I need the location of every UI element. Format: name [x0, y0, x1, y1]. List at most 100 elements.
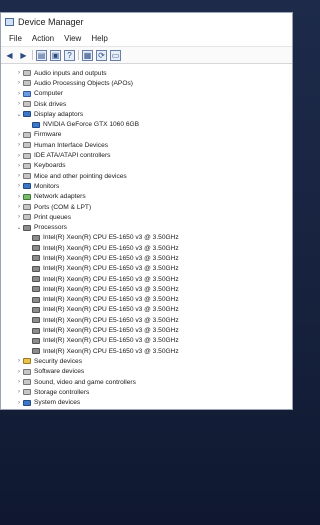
tree-category[interactable]: › Keyboards — [1, 161, 292, 171]
chevron-right-icon[interactable]: › — [15, 183, 23, 189]
chevron-right-icon[interactable]: › — [15, 400, 23, 406]
network-icon — [23, 193, 31, 200]
tree-category[interactable]: › Ports (COM & LPT) — [1, 202, 292, 212]
forward-arrow-icon[interactable]: ▶ — [18, 50, 29, 61]
tree-device[interactable]: Intel(R) Xeon(R) CPU E5-1650 v3 @ 3.50GH… — [1, 253, 292, 263]
chevron-right-icon[interactable]: › — [15, 153, 23, 159]
processor-icon — [23, 224, 31, 231]
audio-icon — [23, 70, 31, 77]
menu-help[interactable]: Help — [86, 34, 112, 43]
chevron-right-icon[interactable]: › — [15, 142, 23, 148]
chevron-right-icon[interactable]: › — [15, 214, 23, 220]
tree-category[interactable]: › Human Interface Devices — [1, 140, 292, 150]
chevron-right-icon[interactable]: › — [15, 204, 23, 210]
tree-label: Network adapters — [34, 193, 86, 201]
tree-category[interactable]: ⌄ Processors — [1, 222, 292, 232]
tree-label: Print queues — [34, 213, 72, 221]
help-icon[interactable]: ? — [64, 49, 75, 61]
tree-device[interactable]: Intel(R) Xeon(R) CPU E5-1650 v3 @ 3.50GH… — [1, 315, 292, 325]
toolbar-separator — [32, 50, 33, 60]
tree-label: IDE ATA/ATAPI controllers — [34, 152, 111, 160]
system-icon — [23, 399, 31, 406]
tree-category[interactable]: › IDE ATA/ATAPI controllers — [1, 150, 292, 160]
tree-device[interactable]: Intel(R) Xeon(R) CPU E5-1650 v3 @ 3.50GH… — [1, 243, 292, 253]
chevron-down-icon[interactable]: ⌄ — [15, 111, 23, 118]
monitor-icon[interactable]: ▭ — [110, 49, 121, 61]
audio-icon — [23, 80, 31, 87]
properties-icon[interactable]: ▣ — [50, 49, 61, 61]
chevron-right-icon[interactable]: › — [15, 91, 23, 97]
chevron-right-icon[interactable]: › — [15, 163, 23, 169]
display-icon — [23, 111, 31, 118]
tree-category[interactable]: › Sound, video and game controllers — [1, 377, 292, 387]
back-arrow-icon[interactable]: ◀ — [4, 50, 15, 61]
tree-category[interactable]: › Monitors — [1, 181, 292, 191]
tree-label: Sound, video and game controllers — [34, 378, 136, 386]
tree-category[interactable]: › Audio Processing Objects (APOs) — [1, 78, 292, 88]
tree-category[interactable]: › Network adapters — [1, 192, 292, 202]
processor-icon — [32, 234, 40, 241]
chevron-right-icon[interactable]: › — [15, 173, 23, 179]
tree-category[interactable]: › Audio inputs and outputs — [1, 68, 292, 78]
tree-label: Intel(R) Xeon(R) CPU E5-1650 v3 @ 3.50GH… — [43, 285, 179, 293]
tree-category[interactable]: › Print queues — [1, 212, 292, 222]
chevron-right-icon[interactable]: › — [15, 194, 23, 200]
tree-category[interactable]: ›Universal Serial Bus controllers — [1, 408, 292, 410]
tree-device[interactable]: Intel(R) Xeon(R) CPU E5-1650 v3 @ 3.50GH… — [1, 346, 292, 356]
tree-device[interactable]: Intel(R) Xeon(R) CPU E5-1650 v3 @ 3.50GH… — [1, 305, 292, 315]
tree-label: Intel(R) Xeon(R) CPU E5-1650 v3 @ 3.50GH… — [43, 265, 179, 273]
scan-hardware-icon[interactable]: ⟳ — [96, 49, 107, 61]
tree-device[interactable]: Intel(R) Xeon(R) CPU E5-1650 v3 @ 3.50GH… — [1, 325, 292, 335]
tree-label: System devices — [34, 399, 81, 407]
tree-label: Security devices — [34, 357, 83, 365]
toolbar-separator — [78, 50, 79, 60]
menu-bar: File Action View Help — [1, 31, 292, 46]
monitor-icon — [23, 183, 31, 190]
chevron-right-icon[interactable]: › — [15, 101, 23, 107]
tree-device[interactable]: Intel(R) Xeon(R) CPU E5-1650 v3 @ 3.50GH… — [1, 233, 292, 243]
tree-device[interactable]: NVIDIA GeForce GTX 1060 6GB — [1, 119, 292, 129]
tree-category[interactable]: ⌄ Display adaptors — [1, 109, 292, 119]
update-driver-icon[interactable]: ▦ — [82, 49, 93, 61]
processor-icon — [32, 245, 40, 252]
processor-icon — [32, 265, 40, 272]
menu-view[interactable]: View — [59, 34, 86, 43]
processor-icon — [32, 348, 40, 355]
tree-category[interactable]: › Firmware — [1, 130, 292, 140]
tree-device[interactable]: Intel(R) Xeon(R) CPU E5-1650 v3 @ 3.50GH… — [1, 336, 292, 346]
menu-file[interactable]: File — [4, 34, 27, 43]
tree-device[interactable]: Intel(R) Xeon(R) CPU E5-1650 v3 @ 3.50GH… — [1, 264, 292, 274]
chevron-right-icon[interactable]: › — [15, 132, 23, 138]
tree-view-icon[interactable]: ▤ — [36, 49, 47, 61]
tree-label: Audio inputs and outputs — [34, 69, 107, 77]
processor-icon — [32, 317, 40, 324]
tree-label: Intel(R) Xeon(R) CPU E5-1650 v3 @ 3.50GH… — [43, 275, 179, 283]
chevron-right-icon[interactable]: › — [15, 358, 23, 364]
printer-icon — [23, 214, 31, 221]
chevron-right-icon[interactable]: › — [15, 369, 23, 375]
chevron-right-icon[interactable]: › — [15, 379, 23, 385]
chevron-down-icon[interactable]: ⌄ — [15, 224, 23, 231]
tree-label: Human Interface Devices — [34, 141, 109, 149]
tree-category[interactable]: › Mice and other pointing devices — [1, 171, 292, 181]
tree-category[interactable]: › System devices — [1, 398, 292, 408]
tree-category[interactable]: › Security devices — [1, 356, 292, 366]
processor-icon — [32, 306, 40, 313]
tree-label: NVIDIA GeForce GTX 1060 6GB — [43, 121, 140, 129]
chevron-right-icon[interactable]: › — [15, 80, 23, 86]
menu-action[interactable]: Action — [27, 34, 59, 43]
tree-category[interactable]: › Software devices — [1, 367, 292, 377]
tree-device[interactable]: Intel(R) Xeon(R) CPU E5-1650 v3 @ 3.50GH… — [1, 295, 292, 305]
chevron-right-icon[interactable]: › — [15, 389, 23, 395]
tree-category[interactable]: › Storage controllers — [1, 387, 292, 397]
port-icon — [23, 204, 31, 210]
tree-device[interactable]: Intel(R) Xeon(R) CPU E5-1650 v3 @ 3.50GH… — [1, 274, 292, 284]
chevron-right-icon[interactable]: › — [15, 70, 23, 76]
processor-icon — [32, 286, 40, 293]
tree-device[interactable]: Intel(R) Xeon(R) CPU E5-1650 v3 @ 3.50GH… — [1, 284, 292, 294]
window-title: Device Manager — [18, 17, 84, 27]
tree-category[interactable]: › Disk drives — [1, 99, 292, 109]
tree-category[interactable]: › Computer — [1, 89, 292, 99]
tree-label: Intel(R) Xeon(R) CPU E5-1650 v3 @ 3.50GH… — [43, 347, 179, 355]
tree-label: Universal Serial Bus controllers — [34, 409, 126, 410]
